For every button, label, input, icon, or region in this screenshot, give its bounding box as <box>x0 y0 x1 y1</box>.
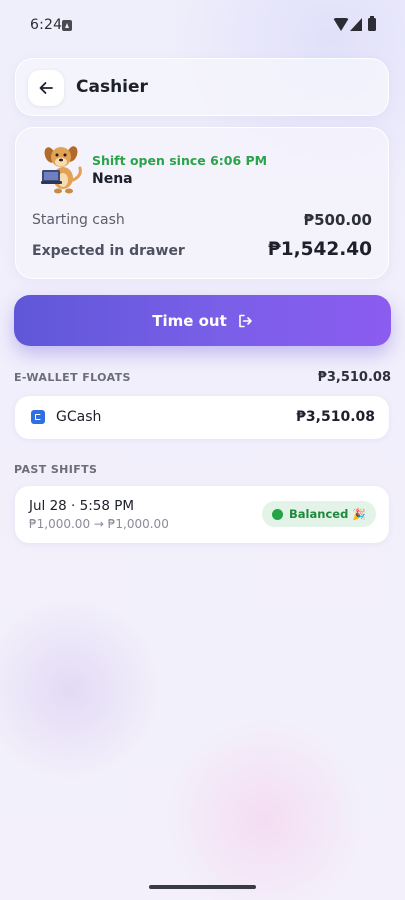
past-shift-item[interactable]: Jul 28 · 5:58 PM ₱1,000.00 → ₱1,000.00 B… <box>15 486 389 543</box>
past-shift-range: ₱1,000.00 → ₱1,000.00 <box>29 517 169 531</box>
logout-icon <box>238 314 252 327</box>
cashier-name: Nena <box>92 171 133 187</box>
status-badge-label: Balanced <box>289 507 349 521</box>
gcash-icon <box>31 410 45 424</box>
past-shifts-section-header: PAST SHIFTS <box>14 463 98 476</box>
status-time: 6:24 <box>30 17 63 33</box>
arrow-left-icon <box>39 82 53 94</box>
time-out-button[interactable]: Time out <box>14 295 391 346</box>
wallet-item-gcash[interactable]: GCash ₱3,510.08 <box>15 396 389 439</box>
status-dot-icon <box>272 508 284 520</box>
notification-icon <box>62 20 72 31</box>
shift-card: Shift open since 6:06 PM Nena Starting c… <box>15 127 389 279</box>
home-indicator[interactable] <box>149 885 256 889</box>
expected-drawer-label: Expected in drawer <box>32 243 185 259</box>
ewallet-total: ₱3,510.08 <box>317 370 391 385</box>
page-title: Cashier <box>76 77 148 97</box>
battery-icon <box>368 16 376 31</box>
starting-cash-label: Starting cash <box>32 212 125 228</box>
party-popper-icon: 🎉 <box>352 507 366 521</box>
wallet-amount: ₱3,510.08 <box>296 409 375 425</box>
shift-status: Shift open since 6:06 PM <box>92 153 268 168</box>
past-shift-date: Jul 28 · 5:58 PM <box>29 498 135 514</box>
header-bar: Cashier <box>15 58 389 116</box>
wallet-name: GCash <box>56 409 102 425</box>
starting-cash-value: ₱500.00 <box>303 211 372 229</box>
signal-icon <box>350 18 362 31</box>
time-out-label: Time out <box>152 311 227 330</box>
back-button[interactable] <box>28 70 64 106</box>
ewallet-section-header: E-WALLET FLOATS <box>14 371 131 384</box>
status-bar: 6:24 <box>0 0 405 52</box>
wifi-icon <box>333 18 349 31</box>
expected-drawer-value: ₱1,542.40 <box>267 239 372 260</box>
status-badge: Balanced 🎉 <box>262 501 376 527</box>
dog-mascot-icon <box>41 146 82 194</box>
